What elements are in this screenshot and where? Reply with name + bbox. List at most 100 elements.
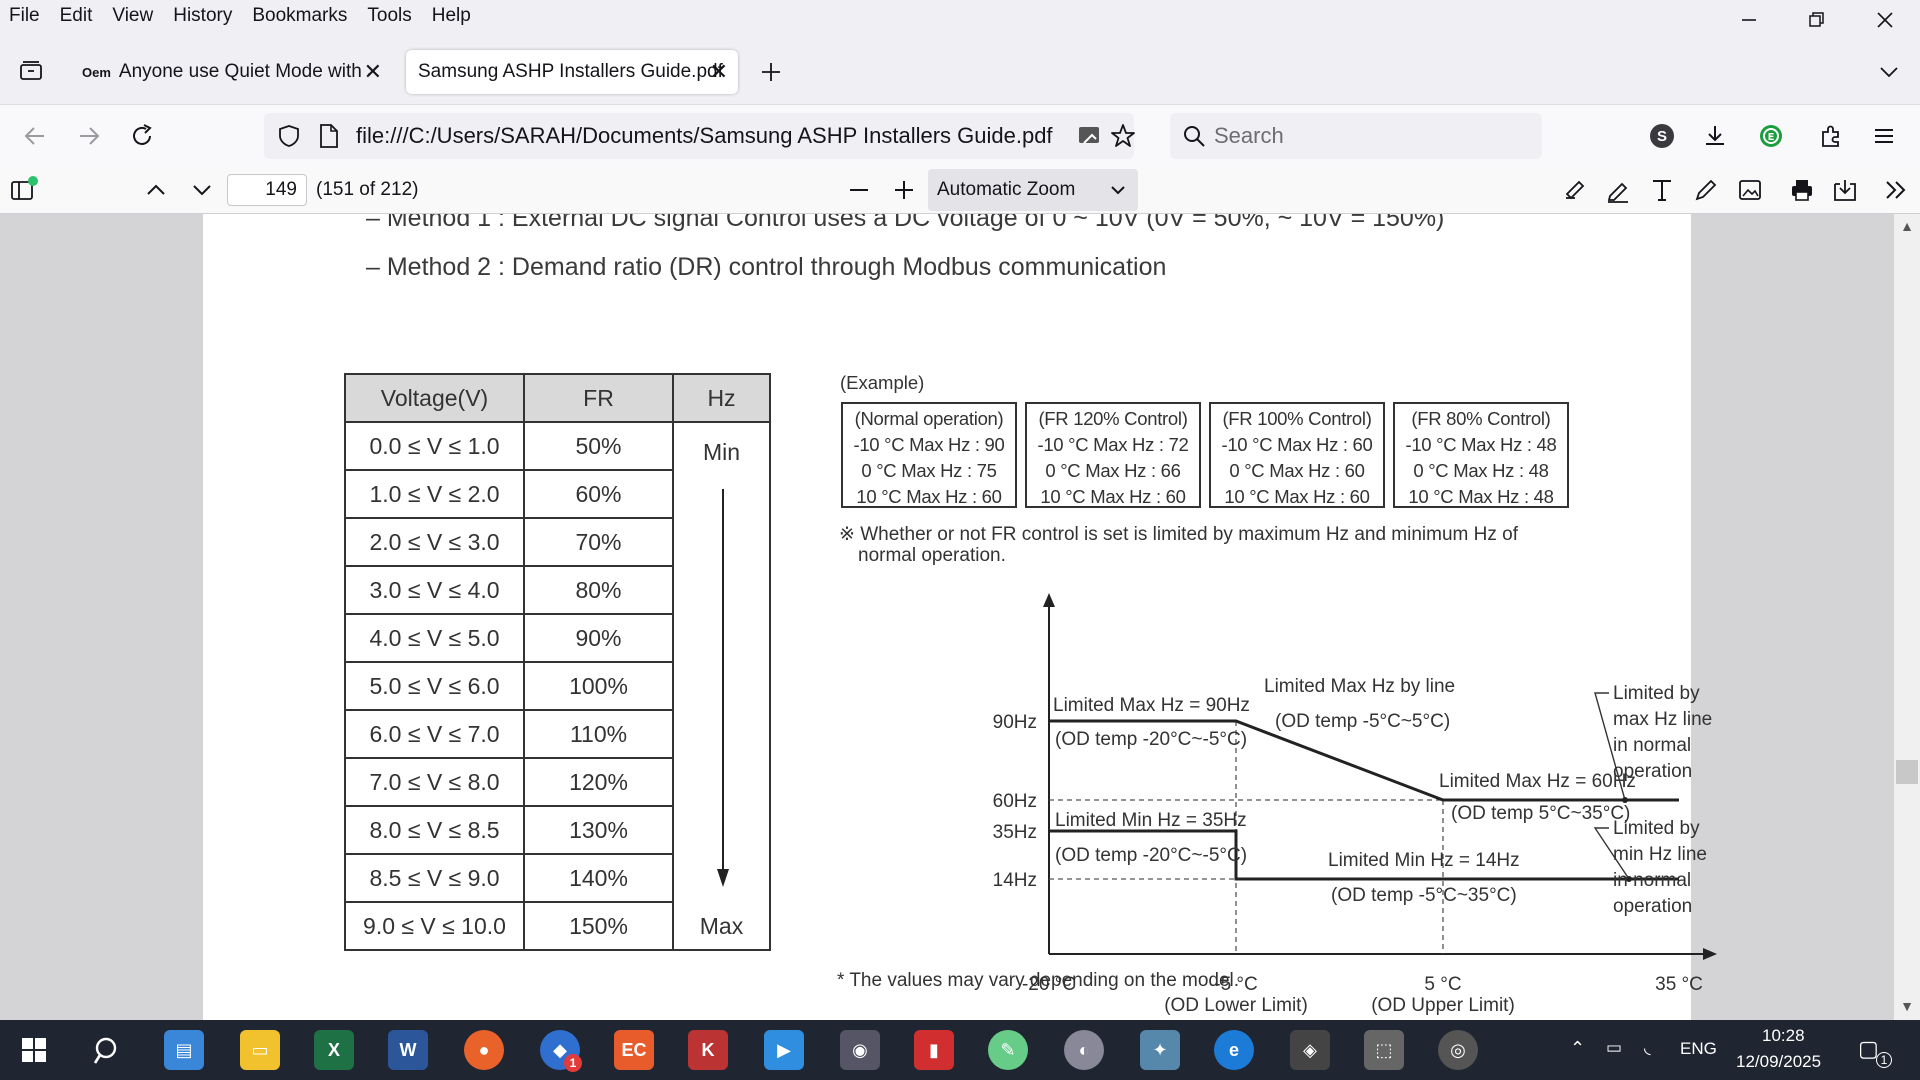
pen-button[interactable] [1600,172,1636,208]
app-menu-button[interactable] [1863,115,1905,157]
new-tab-button[interactable] [750,51,792,93]
restore-icon [1809,12,1824,27]
start-button[interactable] [14,1030,54,1070]
search-input[interactable]: Search [1170,113,1542,159]
app-ec-icon[interactable]: EC [614,1030,654,1070]
scroll-up-arrow-icon[interactable]: ▲ [1894,218,1920,234]
tab-installers-guide[interactable]: Samsung ASHP Installers Guide.pdf ✕ [406,50,738,94]
menu-history[interactable]: History [163,5,242,27]
zoom-out-button[interactable] [841,172,877,208]
extensions-button[interactable] [1810,115,1852,157]
restore-button[interactable] [1782,0,1852,40]
close-window-button[interactable] [1850,0,1920,40]
downloads-button[interactable] [1694,115,1736,157]
column-header-hz: Hz [672,373,771,423]
word-icon[interactable]: W [388,1030,428,1070]
page-number-input[interactable]: 149 [227,174,307,206]
back-button[interactable] [14,115,56,157]
network-app-icon[interactable]: ◈ [1290,1030,1330,1070]
list-all-tabs-button[interactable] [1868,51,1910,93]
account-button[interactable]: S [1641,115,1683,157]
highlight-button[interactable] [1558,172,1594,208]
scrollbar-thumb[interactable] [1896,760,1918,784]
fr-cell: 110% [523,709,674,759]
previous-page-button[interactable] [138,172,174,208]
utility-app-icon[interactable]: ⬚ [1364,1030,1404,1070]
menu-view[interactable]: View [102,5,163,27]
show-hidden-icons-icon[interactable]: ⌃ [1570,1038,1585,1059]
notification-badge: 1 [564,1054,582,1072]
fr-cell: 150% [523,901,674,951]
save-button[interactable] [1827,172,1863,208]
print-button[interactable] [1784,172,1820,208]
chart-annotation: (OD temp -5°C~35°C) [1331,885,1517,906]
tab-quiet-mode[interactable]: Oem Anyone use Quiet Mode with Sa ✕ [70,50,392,94]
sidebar-toggle-button[interactable] [6,172,42,208]
address-bar[interactable]: file:///C:/Users/SARAH/Documents/Samsung… [264,113,1136,159]
zoom-select[interactable]: Automatic Zoom [928,169,1138,211]
scroll-down-arrow-icon[interactable]: ▼ [1894,998,1920,1014]
next-page-button[interactable] [184,172,220,208]
text-button[interactable] [1644,172,1680,208]
pdf-viewer[interactable]: – Method 1 : External DC signal Control … [0,214,1920,1020]
extension-button[interactable]: E [1750,115,1792,157]
bullet-method-1: – Method 1 : External DC signal Control … [366,214,1445,232]
tab-close-icon[interactable]: ✕ [364,59,382,85]
chart-annotation: Limited Min Hz = 35Hz [1055,810,1247,831]
y-tick-label: 14Hz [993,870,1037,891]
disk-pro-icon[interactable]: ◐ [1064,1030,1104,1070]
menu-help[interactable]: Help [422,5,481,27]
tab-overview-button[interactable] [10,50,52,92]
image-button[interactable] [1732,172,1768,208]
chat-app-icon[interactable]: ◆ 1 [540,1030,582,1072]
reader-app-icon[interactable]: ▮ [914,1030,954,1070]
more-tools-button[interactable] [1878,172,1914,208]
reload-icon [133,124,152,145]
zoom-in-button[interactable] [886,172,922,208]
hz-min-label: Min [702,439,741,465]
clock-time[interactable]: 10:28 [1762,1026,1805,1046]
search-button[interactable] [88,1030,128,1070]
file-explorer-icon[interactable]: ▭ [240,1030,280,1070]
double-chevron-right-icon [1886,181,1906,199]
paint-app-icon[interactable]: ✎ [988,1030,1028,1070]
minimize-button[interactable] [1714,0,1784,40]
example-label: (Example) [840,372,925,393]
clock-date[interactable]: 12/09/2025 [1736,1052,1821,1072]
forward-button[interactable] [68,115,110,157]
example-box-normal: (Normal operation) -10 °C Max Hz : 90 0 … [841,402,1017,508]
input-language[interactable]: ENG [1680,1039,1717,1059]
pdf-page: – Method 1 : External DC signal Control … [203,214,1717,1020]
example-line: (FR 80% Control) [1411,408,1551,429]
firefox-icon[interactable]: ● [464,1030,504,1070]
menu-file[interactable]: File [0,5,50,27]
search-icon [1184,126,1205,147]
tools-app-icon[interactable]: ✦ [1140,1030,1180,1070]
example-line: 0 °C Max Hz : 66 [1045,460,1181,481]
menu-edit[interactable]: Edit [50,5,103,27]
zoom-value: Automatic Zoom [937,179,1076,200]
excel-icon[interactable]: X [314,1030,354,1070]
media-player-icon[interactable]: ▶ [764,1030,804,1070]
example-line: 10 °C Max Hz : 60 [856,486,1002,507]
menu-tools[interactable]: Tools [357,5,421,27]
control-panel-icon[interactable]: ▤ [164,1030,204,1070]
vertical-scrollbar[interactable]: ▲ ▼ [1894,214,1920,1020]
wifi-icon[interactable]: ◟ [1644,1038,1651,1058]
camera-app-icon[interactable]: ◉ [840,1030,880,1070]
battery-icon[interactable]: ▭ [1606,1038,1622,1058]
app-k-icon[interactable]: K [688,1030,728,1070]
reader-view-icon[interactable] [1076,123,1102,149]
reload-button[interactable] [122,115,164,157]
tab-close-icon[interactable]: ✕ [710,59,728,85]
menu-bookmarks[interactable]: Bookmarks [242,5,357,27]
voltage-cell: 1.0 ≤ V ≤ 2.0 [344,469,525,519]
image-icon [1739,180,1761,200]
internet-explorer-icon[interactable]: e [1214,1030,1254,1070]
voltage-cell: 6.0 ≤ V ≤ 7.0 [344,709,525,759]
draw-button[interactable] [1688,172,1724,208]
navigation-bar: file:///C:/Users/SARAH/Documents/Samsung… [0,104,1920,166]
bookmark-star-icon[interactable] [1110,123,1136,149]
search-icon [93,1037,117,1064]
speed-app-icon[interactable]: ◎ [1438,1030,1478,1070]
